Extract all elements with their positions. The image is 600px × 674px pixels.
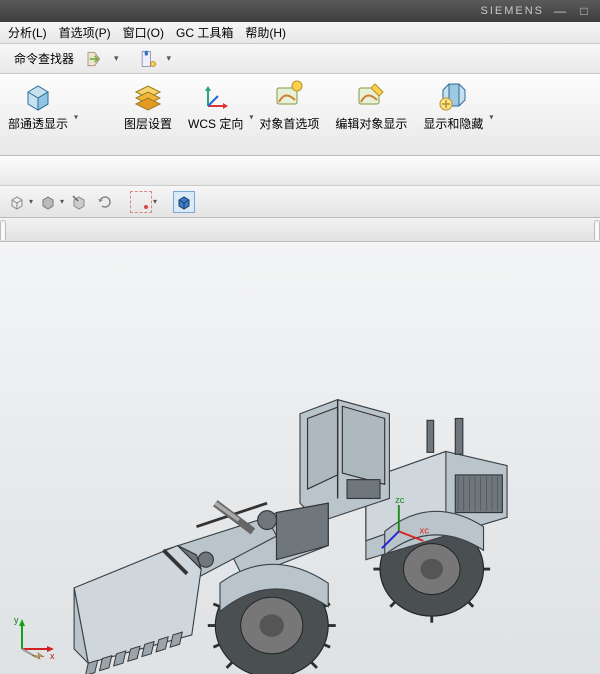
menu-gc-toolbox[interactable]: GC 工具箱 xyxy=(170,24,239,41)
chevron-down-icon[interactable]: ▾ xyxy=(29,197,33,206)
shaded-cube-icon[interactable] xyxy=(37,191,59,213)
chevron-down-icon[interactable]: ▾ xyxy=(60,197,64,206)
svg-text:xc: xc xyxy=(420,524,430,535)
tab-stub-left[interactable] xyxy=(0,220,6,240)
object-pref-icon xyxy=(273,80,305,112)
edit-display-icon xyxy=(355,80,387,112)
ribbon-wcs-orient[interactable]: WCS 定向 ▾ xyxy=(180,78,251,155)
ribbon-layer-settings[interactable]: 图层设置 xyxy=(116,78,180,155)
layers-icon xyxy=(132,80,164,112)
cube-perspective-icon xyxy=(22,80,54,112)
wireframe-cube-icon[interactable] xyxy=(6,191,28,213)
brand-label: SIEMENS xyxy=(480,5,544,17)
ribbon-perspective[interactable]: 部通透显示 ▾ xyxy=(0,78,76,155)
menu-analyze[interactable]: 分析(L) xyxy=(2,24,53,41)
view-triad: x y xyxy=(10,611,60,666)
document-tabstrip xyxy=(0,218,600,242)
view-toolbar: ▾ ▾ ▾ xyxy=(0,186,600,218)
command-finder-label: 命令查找器 xyxy=(14,50,74,67)
title-bar: SIEMENS — □ xyxy=(0,0,600,22)
menu-preferences[interactable]: 首选项(P) xyxy=(53,24,117,41)
svg-text:y: y xyxy=(14,615,19,625)
menu-bar: 分析(L) 首选项(P) 窗口(O) GC 工具箱 帮助(H) xyxy=(0,22,600,44)
svg-text:x: x xyxy=(50,651,55,661)
xray-arrow-icon[interactable] xyxy=(68,191,90,213)
command-finder-icon[interactable] xyxy=(4,56,10,62)
chevron-down-icon[interactable]: ▾ xyxy=(489,112,493,121)
info-icon[interactable] xyxy=(135,46,161,72)
chevron-down-icon[interactable]: ▾ xyxy=(74,112,78,121)
loader-model: xc zc xyxy=(40,362,560,674)
3d-viewport[interactable]: xc zc x y xyxy=(0,242,600,674)
dropdown-icon[interactable]: ▾ xyxy=(112,53,121,64)
region-select-icon[interactable] xyxy=(130,191,152,213)
dropdown-icon-2[interactable]: ▾ xyxy=(165,53,174,64)
ribbon-spacer xyxy=(0,156,600,186)
ribbon-object-prefs[interactable]: 对象首选项 xyxy=(251,78,327,155)
rotate-arrow-icon[interactable] xyxy=(94,191,116,213)
command-finder-bar: 命令查找器 ▾ ▾ xyxy=(0,44,600,74)
restore-button[interactable]: □ xyxy=(578,4,592,18)
wcs-icon xyxy=(200,80,232,112)
ribbon-edit-object-display[interactable]: 编辑对象显示 xyxy=(327,78,415,155)
menu-help[interactable]: 帮助(H) xyxy=(239,24,292,41)
menu-window[interactable]: 窗口(O) xyxy=(117,24,170,41)
chevron-down-icon[interactable]: ▾ xyxy=(153,197,157,206)
finder-arrow-icon[interactable] xyxy=(78,46,108,72)
show-hide-icon xyxy=(437,80,469,112)
svg-text:zc: zc xyxy=(395,494,405,505)
minimize-button[interactable]: — xyxy=(554,4,568,18)
tab-stub-right[interactable] xyxy=(594,220,600,240)
shaded-mode-button[interactable] xyxy=(173,191,195,213)
ribbon: 部通透显示 ▾ 图层设置 WCS 定向 ▾ xyxy=(0,74,600,156)
ribbon-show-hide[interactable]: 显示和隐藏 ▾ xyxy=(415,78,491,155)
